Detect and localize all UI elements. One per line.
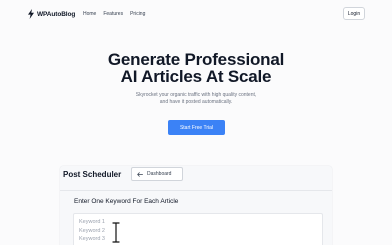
nav-link-features[interactable]: Features: [103, 11, 123, 17]
start-free-trial-button[interactable]: Start Free Trial: [168, 120, 225, 135]
nav-link-home[interactable]: Home: [83, 11, 96, 17]
keyword-placeholder-1: Keyword 1: [79, 219, 105, 225]
keyword-field-label: Enter One Keyword For Each Article: [74, 198, 179, 205]
arrow-left-icon: [137, 171, 143, 177]
hero-title-line-2: AI Articles At Scale: [120, 67, 272, 86]
keywords-textarea[interactable]: [73, 213, 323, 245]
dashboard-back-label: Dashboard: [147, 171, 172, 177]
nav-link-pricing[interactable]: Pricing: [130, 11, 145, 17]
brand-logo[interactable]: WPAutoBlog: [28, 9, 75, 19]
login-button[interactable]: Login: [343, 7, 365, 20]
lightning-bolt-icon: [28, 9, 34, 19]
top-navbar: WPAutoBlog Home Features Pricing Login: [0, 0, 392, 28]
keyword-placeholder-3: Keyword 3: [79, 236, 105, 242]
dashboard-back-button[interactable]: Dashboard: [131, 167, 183, 181]
hero-subtitle-line-2: and have it posted automatically.: [159, 99, 233, 105]
text-cursor-icon: [112, 222, 120, 243]
brand-name: WPAutoBlog: [37, 10, 76, 18]
hero-subtitle-line-1: Skyrocket your organic traffic with high…: [135, 92, 257, 98]
panel-title: Post Scheduler: [63, 170, 122, 179]
keyword-placeholder-2: Keyword 2: [79, 228, 105, 234]
nav-links: Home Features Pricing: [83, 11, 145, 17]
panel-divider: [60, 190, 332, 191]
